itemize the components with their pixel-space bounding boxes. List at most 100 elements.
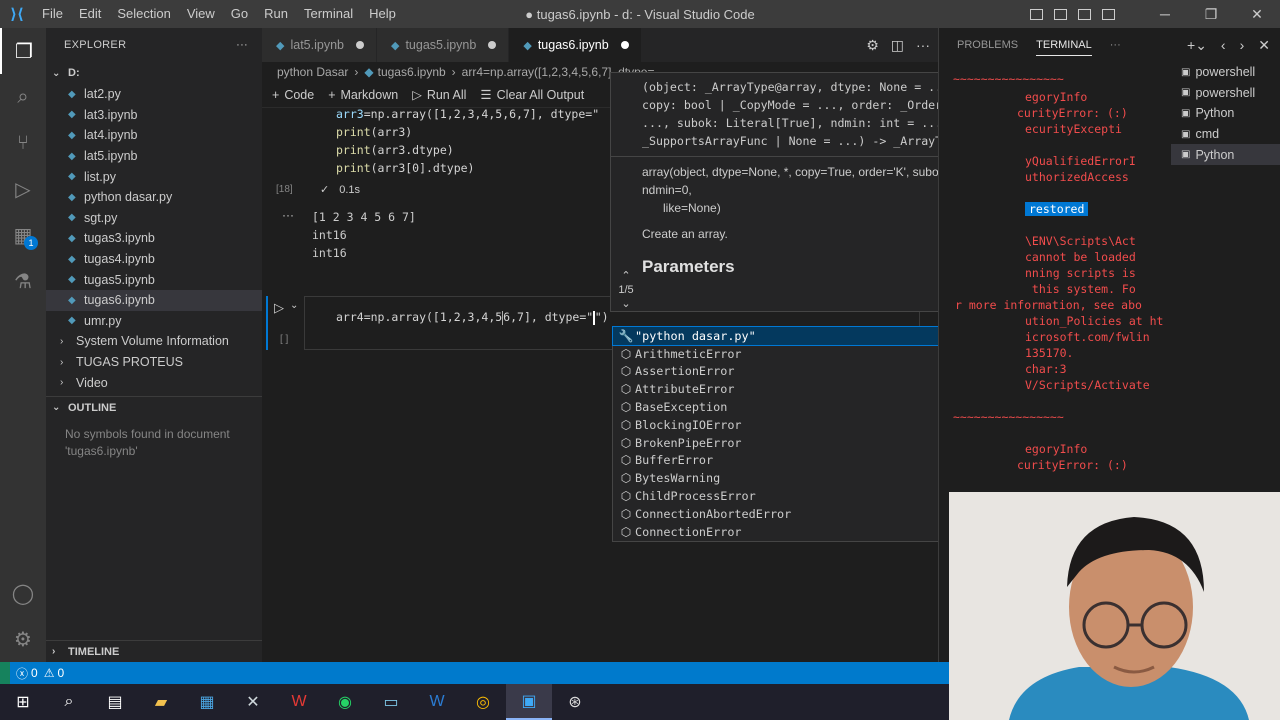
restore-icon[interactable]: ❐: [1188, 0, 1234, 28]
timeline-header[interactable]: › TIMELINE: [46, 640, 262, 662]
search-icon[interactable]: ⌕: [0, 74, 46, 120]
tool-icon[interactable]: ✕: [230, 684, 276, 720]
more-actions-icon[interactable]: ···: [236, 39, 248, 51]
file-item[interactable]: ◆ python dasar.py: [46, 187, 262, 208]
add-markdown-cell-button[interactable]: + Markdown: [328, 88, 398, 102]
breadcrumb-folder[interactable]: python Dasar: [277, 65, 348, 79]
menu-go[interactable]: Go: [223, 0, 256, 28]
output-more-icon[interactable]: ···: [282, 208, 294, 222]
toggle-sidebar-icon[interactable]: [1024, 7, 1048, 21]
task-view-icon[interactable]: ▤: [92, 684, 138, 720]
app-icon[interactable]: ▦: [184, 684, 230, 720]
testing-icon[interactable]: ⚗: [0, 258, 46, 304]
clear-all-output-button[interactable]: ☰ Clear All Output: [480, 87, 584, 103]
python-file-icon: ◆: [68, 315, 76, 327]
close-icon[interactable]: ✕: [1234, 0, 1280, 28]
run-all-button[interactable]: ▷ Run All: [412, 87, 466, 103]
code-line[interactable]: print(arr3): [336, 125, 412, 139]
chevron-right-icon[interactable]: ›: [1240, 37, 1245, 54]
extensions-icon[interactable]: ▦ 1: [0, 212, 46, 258]
folder-item[interactable]: › System Volume Information: [46, 331, 262, 352]
file-label: tugas4.ipynb: [84, 252, 155, 267]
new-terminal-icon[interactable]: +⌄: [1187, 37, 1207, 54]
file-item[interactable]: ◆ tugas4.ipynb: [46, 249, 262, 270]
whatsapp-icon[interactable]: ◉: [322, 684, 368, 720]
run-debug-icon[interactable]: ▷: [0, 166, 46, 212]
file-item[interactable]: ◆ tugas3.ipynb: [46, 228, 262, 249]
remote-indicator[interactable]: [0, 662, 10, 684]
menu-edit[interactable]: Edit: [71, 0, 109, 28]
notepad-icon[interactable]: ▭: [368, 684, 414, 720]
vscode-taskbar-icon[interactable]: ▣: [506, 684, 552, 720]
explorer-icon[interactable]: ❐: [0, 28, 46, 74]
windows-start-icon[interactable]: ⊞: [0, 684, 46, 720]
menu-help[interactable]: Help: [361, 0, 404, 28]
file-item[interactable]: ◆ tugas5.ipynb: [46, 269, 262, 290]
terminal-item[interactable]: ▣ powershell: [1171, 83, 1280, 104]
class-icon: ⬡: [620, 453, 632, 468]
file-item[interactable]: ◆ umr.py: [46, 311, 262, 332]
problems-status[interactable]: ⓧ 0 ⚠ 0: [16, 665, 64, 682]
code-line[interactable]: arr3=np.array([1,2,3,4,5,6,7], dtype=": [336, 107, 599, 121]
terminal-item[interactable]: ▣ cmd: [1171, 124, 1280, 145]
file-item[interactable]: ◆ list.py: [46, 166, 262, 187]
outline-header[interactable]: ⌄ OUTLINE: [46, 396, 262, 418]
chrome-icon[interactable]: ◎: [460, 684, 506, 720]
toggle-secondary-sidebar-icon[interactable]: [1072, 7, 1096, 21]
unsaved-dot-icon[interactable]: [620, 41, 629, 49]
customize-layout-icon[interactable]: [1096, 7, 1120, 21]
menu-run[interactable]: Run: [256, 0, 296, 28]
github-desktop-icon[interactable]: ⊛: [552, 684, 598, 720]
unsaved-dot-icon[interactable]: [488, 41, 497, 49]
file-explorer-icon[interactable]: ▰: [138, 684, 184, 720]
notebook-file-icon: ◆: [523, 39, 532, 52]
tab-lat5[interactable]: ◆ lat5.ipynb: [262, 28, 377, 62]
terminal-item-selected[interactable]: ▣ Python: [1171, 144, 1280, 165]
folder-item[interactable]: › TUGAS PROTEUS: [46, 352, 262, 373]
run-cell-icon[interactable]: ▷: [274, 300, 284, 316]
gear-icon[interactable]: ⚙: [866, 37, 879, 54]
word-icon[interactable]: W: [414, 684, 460, 720]
source-control-icon[interactable]: ⑂: [0, 120, 46, 166]
menu-view[interactable]: View: [179, 0, 223, 28]
file-item[interactable]: ◆ lat2.py: [46, 84, 262, 105]
manage-gear-icon[interactable]: ⚙: [0, 616, 46, 662]
menu-terminal[interactable]: Terminal: [296, 0, 361, 28]
add-code-cell-button[interactable]: + Code: [272, 88, 314, 102]
menu-file[interactable]: File: [34, 0, 71, 28]
tab-tugas6[interactable]: ◆ tugas6.ipynb: [509, 28, 642, 62]
folder-item[interactable]: › Video: [46, 372, 262, 393]
file-item[interactable]: ◆ lat5.ipynb: [46, 146, 262, 167]
code-line[interactable]: print(arr3.dtype): [336, 143, 454, 157]
menu-selection[interactable]: Selection: [109, 0, 178, 28]
file-item[interactable]: ◆ lat3.ipynb: [46, 105, 262, 126]
account-icon[interactable]: ◯: [0, 570, 46, 616]
chevron-down-icon[interactable]: ⌄: [290, 300, 298, 311]
split-editor-icon[interactable]: ◫: [891, 37, 904, 54]
more-actions-icon[interactable]: ···: [916, 37, 930, 53]
office-icon[interactable]: W: [276, 684, 322, 720]
unsaved-dot-icon[interactable]: [355, 41, 364, 49]
tab-tugas5[interactable]: ◆ tugas5.ipynb: [376, 28, 510, 62]
minimize-icon[interactable]: ─: [1142, 0, 1188, 28]
error-icon: ⓧ: [16, 666, 29, 681]
chevron-down-icon[interactable]: ⌄: [615, 297, 637, 311]
tab-problems[interactable]: PROBLEMS: [957, 39, 1018, 51]
root-folder[interactable]: ⌄ D:: [46, 62, 262, 84]
toggle-panel-icon[interactable]: [1048, 7, 1072, 21]
breadcrumb-file[interactable]: tugas6.ipynb: [378, 65, 446, 79]
file-item[interactable]: ◆ lat4.ipynb: [46, 125, 262, 146]
terminal-item[interactable]: ▣ Python: [1171, 103, 1280, 124]
search-icon[interactable]: ⌕: [46, 684, 92, 720]
close-panel-icon[interactable]: ✕: [1258, 37, 1270, 54]
chevron-left-icon[interactable]: ‹: [1221, 37, 1226, 54]
tab-terminal[interactable]: TERMINAL: [1036, 39, 1092, 56]
chevron-up-icon[interactable]: ⌃: [615, 269, 637, 283]
signature-pager[interactable]: ⌃ 1/5 ⌄: [615, 269, 637, 311]
more-actions-icon[interactable]: ···: [1110, 39, 1121, 51]
file-item-selected[interactable]: ◆ tugas6.ipynb: [46, 289, 262, 311]
code-line[interactable]: print(arr3[0].dtype): [336, 161, 474, 175]
terminal-item[interactable]: ▣ powershell: [1171, 62, 1280, 83]
code-line-active[interactable]: arr4=np.array([1,2,3,4,56,7], dtype=" "): [336, 310, 609, 325]
file-item[interactable]: ◆ sgt.py: [46, 208, 262, 229]
